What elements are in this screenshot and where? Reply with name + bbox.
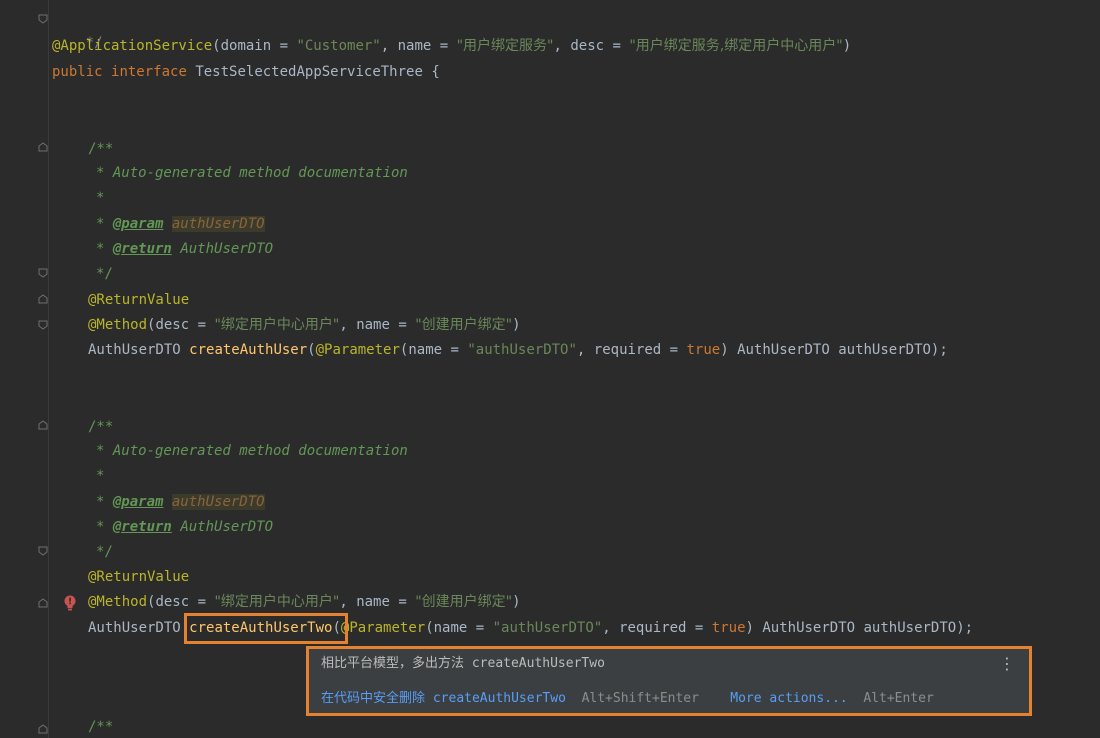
fold-marker-icon[interactable]: [38, 14, 48, 24]
code-text: /**: [88, 419, 114, 435]
gutter-divider: [48, 0, 49, 738]
code-text: */: [96, 544, 113, 560]
method-name[interactable]: createAuthUser: [189, 342, 307, 358]
code-text: (name =: [425, 620, 493, 636]
annotation: @Parameter: [315, 342, 400, 358]
code-text: AuthUserDTO: [88, 620, 181, 636]
method-highlight-box: [184, 613, 348, 644]
popup-highlight-box: [306, 646, 1032, 716]
doc-tag: @return: [112, 241, 172, 257]
code-line: @ReturnValue: [88, 566, 189, 588]
fold-marker-icon[interactable]: [38, 320, 48, 330]
code-text: (name =: [399, 342, 468, 358]
code-text: ) AuthUserDTO authUserDTO);: [745, 620, 974, 636]
code-text: AuthUserDTO: [88, 342, 181, 358]
doc-param-ref: authUserDTO: [171, 216, 265, 232]
fold-marker-icon[interactable]: [38, 546, 48, 556]
code-text: , name =: [380, 38, 457, 54]
doc-summary: * Auto-generated method documentation: [96, 162, 408, 184]
code-line: */: [52, 10, 103, 51]
doc-param: * @param authUserDTO: [96, 491, 265, 513]
method-signature: AuthUserDTO createAuthUser(@Parameter(na…: [88, 339, 948, 361]
doc-summary: * Auto-generated method documentation: [96, 440, 408, 462]
string-literal: "用户绑定服务": [456, 38, 554, 54]
code-text: , name =: [339, 317, 416, 333]
doc-tag: @return: [112, 519, 172, 535]
doc-return: * @return AuthUserDTO: [96, 238, 273, 260]
code-line: public interface TestSelectedAppServiceT…: [52, 61, 440, 83]
doc-blank: *: [96, 187, 104, 209]
code-text: , desc =: [553, 38, 630, 54]
annotation: @Method: [88, 317, 148, 333]
annotation: @Parameter: [340, 620, 426, 636]
doc-comment-close: */: [96, 541, 113, 563]
code-line: @ReturnValue: [88, 289, 189, 311]
fold-marker-icon[interactable]: [38, 724, 48, 734]
annotation: @ReturnValue: [88, 292, 190, 308]
fold-marker-icon[interactable]: [38, 598, 48, 608]
doc-param: * @param authUserDTO: [96, 213, 265, 235]
code-line: @ApplicationService(domain = "Customer",…: [52, 35, 851, 57]
code-text: *: [96, 190, 105, 206]
doc-comment-close: */: [96, 263, 113, 285]
code-line: @Method(desc = "绑定用户中心用户", name = "创建用户绑…: [88, 314, 521, 336]
code-text: AuthUserDTO: [180, 519, 274, 535]
doc-blank: *: [96, 465, 104, 487]
code-text: , name =: [339, 594, 416, 610]
code-text: (desc =: [147, 594, 215, 610]
code-text: *: [96, 216, 113, 232]
code-text: , required =: [602, 620, 712, 636]
doc-comment-open: /**: [88, 138, 113, 160]
code-text: /**: [88, 141, 114, 157]
code-text: (desc =: [147, 317, 215, 333]
code-text: *: [96, 519, 113, 535]
string-literal: "绑定用户中心用户": [214, 594, 340, 610]
annotation: @Method: [88, 594, 148, 610]
code-text: *: [96, 241, 113, 257]
doc-comment-open: /**: [88, 416, 113, 438]
string-literal: "authUserDTO": [492, 620, 603, 636]
editor-gutter: [0, 0, 50, 738]
fold-marker-icon[interactable]: [38, 420, 48, 430]
annotation: @ReturnValue: [88, 569, 190, 585]
doc-return: * @return AuthUserDTO: [96, 516, 273, 538]
annotation: @ApplicationService: [52, 38, 213, 54]
doc-param-ref: authUserDTO: [171, 494, 265, 510]
code-text: (: [307, 342, 316, 358]
fold-marker-icon[interactable]: [38, 142, 48, 152]
code-text: *: [96, 494, 113, 510]
doc-tag: @param: [112, 494, 164, 510]
code-text: ): [512, 317, 521, 333]
keyword: true: [686, 342, 721, 358]
code-text: /**: [88, 719, 114, 735]
doc-comment-open: /**: [88, 716, 113, 738]
interface-name: TestSelectedAppServiceThree: [195, 64, 423, 80]
string-literal: "绑定用户中心用户": [214, 317, 340, 333]
string-literal: "authUserDTO": [467, 342, 577, 358]
string-literal: "Customer": [296, 38, 381, 54]
code-text: */: [96, 266, 113, 282]
code-text: *: [96, 468, 105, 484]
keyword: interface: [111, 64, 187, 80]
string-literal: "创建用户绑定": [415, 594, 513, 610]
string-literal: "创建用户绑定": [415, 317, 513, 333]
code-text: ): [842, 38, 852, 54]
code-text: {: [431, 64, 440, 80]
keyword: public: [52, 64, 103, 80]
code-text: ): [512, 594, 521, 610]
code-text: , required =: [576, 342, 687, 358]
code-text: (domain =: [212, 38, 297, 54]
fold-marker-icon[interactable]: [38, 294, 48, 304]
code-text: AuthUserDTO: [180, 241, 274, 257]
code-text: ) AuthUserDTO authUserDTO);: [720, 342, 948, 358]
code-text: * Auto-generated method documentation: [96, 165, 408, 181]
doc-tag: @param: [112, 216, 164, 232]
keyword: true: [711, 620, 746, 636]
code-line: @Method(desc = "绑定用户中心用户", name = "创建用户绑…: [88, 591, 521, 613]
fold-marker-icon[interactable]: [38, 268, 48, 278]
string-literal: "用户绑定服务,绑定用户中心用户": [629, 38, 843, 54]
code-text: * Auto-generated method documentation: [96, 443, 408, 459]
